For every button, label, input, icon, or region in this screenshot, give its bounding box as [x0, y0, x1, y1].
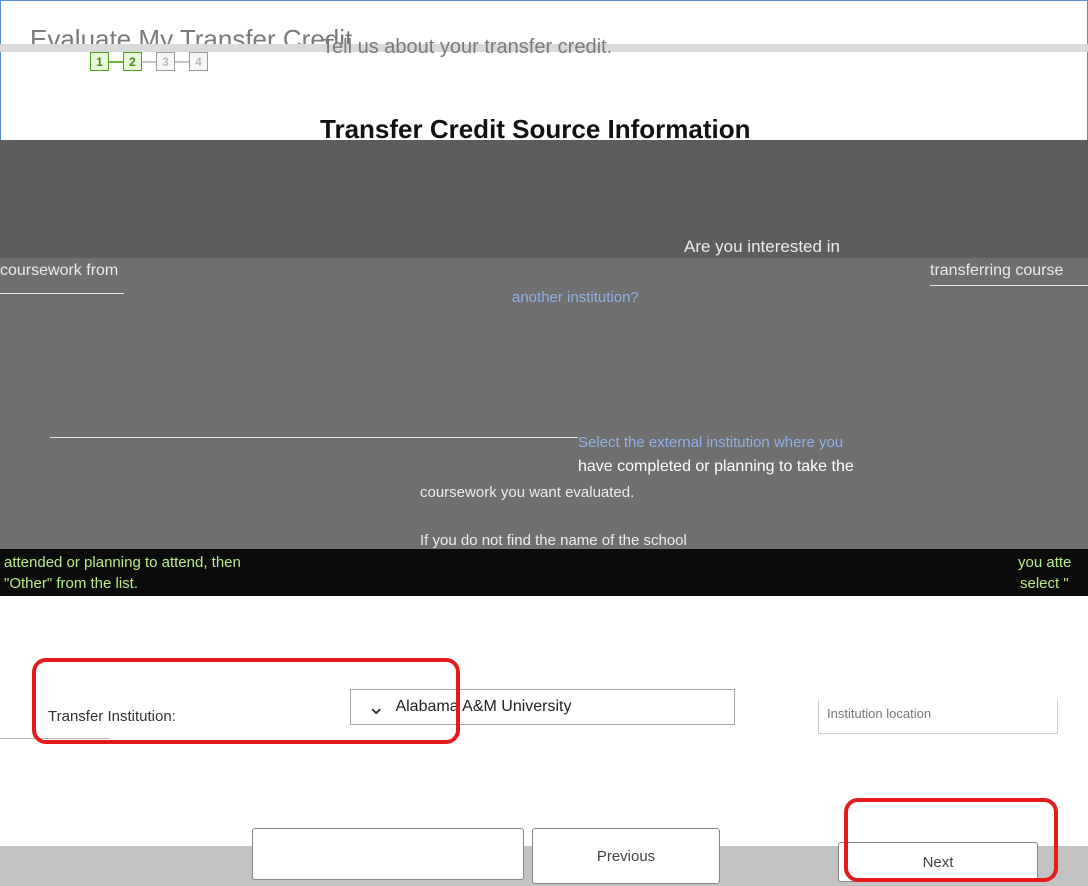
page-subtitle: Tell us about your transfer credit. [322, 36, 613, 58]
institution-selected-value: Alabama A&M University [395, 698, 572, 715]
question-line: Are you interested in [684, 237, 840, 256]
divider-line [50, 437, 578, 438]
info-panel-header [0, 140, 1088, 258]
step-connector [175, 60, 189, 63]
instruction-line-1: Select the external institution where yo… [578, 434, 844, 451]
field-underline [0, 738, 110, 739]
instruction-line-3: coursework you want evaluated. [420, 484, 635, 501]
note-line-2: "Other" from the list. [4, 575, 139, 592]
underline [0, 293, 124, 294]
question-right: transferring course [930, 262, 1064, 279]
note-strip: attended or planning to attend, then "Ot… [0, 549, 1088, 596]
step-indicator: 1 2 3 4 [90, 52, 208, 71]
step-1[interactable]: 1 [90, 52, 109, 71]
note-line-right-2: select " [1020, 575, 1069, 592]
step-2[interactable]: 2 [123, 52, 142, 71]
question-continued: another institution? [512, 289, 639, 306]
instruction-line-2: have completed or planning to take the [578, 458, 854, 475]
step-4: 4 [189, 52, 208, 71]
institution-label: Transfer Institution: [48, 708, 176, 725]
step-connector [142, 60, 156, 63]
chevron-down-icon: ⌄ [367, 694, 386, 719]
not-found-note: If you do not find the name of the schoo… [420, 532, 687, 549]
note-line-1: attended or planning to attend, then [4, 554, 241, 571]
underline [930, 285, 1088, 286]
note-line-right-1: you atte [1018, 554, 1072, 571]
step-connector [109, 60, 123, 63]
info-panel: Are you interested in coursework from tr… [0, 140, 1088, 596]
previous-button[interactable]: Previous [532, 828, 720, 884]
next-button[interactable]: Next [838, 842, 1038, 882]
institution-location-field[interactable]: Institution location [818, 700, 1058, 734]
question-left: coursework from [0, 262, 119, 279]
secondary-button[interactable] [252, 828, 524, 880]
institution-select[interactable]: ⌄ Alabama A&M University [350, 689, 735, 725]
step-3: 3 [156, 52, 175, 71]
